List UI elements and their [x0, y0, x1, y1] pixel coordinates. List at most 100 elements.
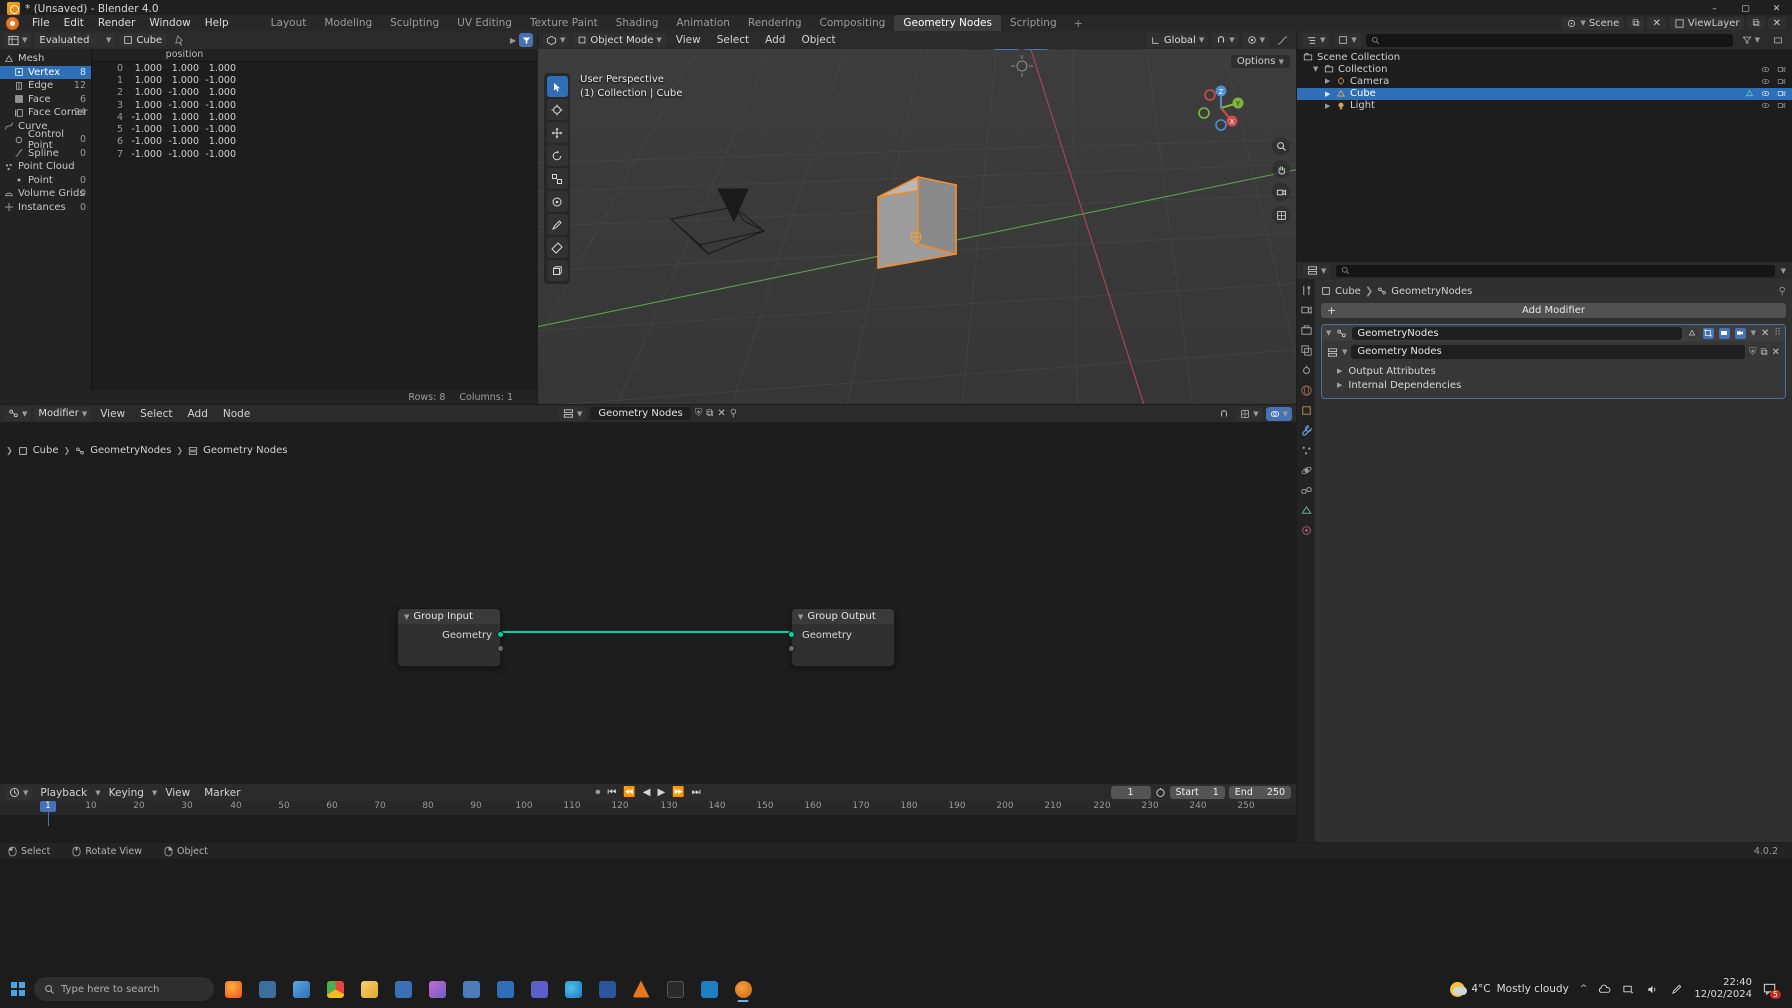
table-row[interactable]: 0 1.000 1.000 1.000: [92, 62, 537, 74]
chevron-down-icon[interactable]: ▼: [1781, 267, 1786, 275]
current-frame-field[interactable]: 1: [1110, 786, 1151, 799]
output-attributes-section[interactable]: ▶ Output Attributes: [1327, 364, 1780, 378]
modifier-on-cage-toggle[interactable]: [1686, 327, 1698, 339]
notification-center-button[interactable]: 5: [1763, 982, 1781, 999]
record-icon[interactable]: ⏺: [595, 787, 600, 798]
viewlayer-selector[interactable]: ViewLayer: [1668, 16, 1745, 30]
camera-view-icon[interactable]: [1272, 183, 1290, 201]
workspace-tab-geometry-nodes[interactable]: Geometry Nodes: [894, 15, 1001, 31]
workspace-tab-uv-editing[interactable]: UV Editing: [448, 15, 521, 31]
zoom-icon[interactable]: [1272, 137, 1290, 155]
camera-render-icon[interactable]: [1777, 89, 1786, 98]
cursor-tool[interactable]: [546, 99, 568, 120]
menu-file[interactable]: File: [25, 15, 57, 31]
table-row[interactable]: 7 -1.000 -1.000 -1.000: [92, 148, 537, 160]
viewport-menu-view[interactable]: View: [670, 34, 707, 46]
camera-render-icon[interactable]: [1777, 65, 1786, 74]
taskbar-app-photos[interactable]: [422, 975, 452, 1003]
workspace-tab-animation[interactable]: Animation: [667, 15, 739, 31]
move-tool[interactable]: [546, 122, 568, 143]
node-snap-dropdown[interactable]: ▼: [1236, 406, 1263, 421]
eye-icon[interactable]: [1761, 65, 1770, 74]
workspace-tab-compositing[interactable]: Compositing: [811, 15, 895, 31]
outliner-row-cube[interactable]: ▶ Cube: [1297, 87, 1792, 100]
outliner-row-camera[interactable]: ▶ Camera: [1297, 75, 1792, 87]
workspace-tab-texture-paint[interactable]: Texture Paint: [521, 15, 607, 31]
dataset-mode-dropdown[interactable]: Evaluated ▼: [35, 33, 116, 47]
jump-to-end-button[interactable]: ⏭: [692, 787, 701, 798]
modifier-edit-mode-toggle[interactable]: [1702, 327, 1714, 339]
outliner-row-toggles[interactable]: [1745, 89, 1786, 98]
socket-geometry-output[interactable]: [497, 631, 504, 638]
tab-constraints[interactable]: [1299, 483, 1313, 497]
modifier-extras-dropdown[interactable]: ▼: [1751, 329, 1756, 337]
timeline-ruler[interactable]: 10 20 30 40 50 60 70 80 90 100 110 120 1…: [0, 801, 1296, 815]
table-row[interactable]: 4 -1.000 1.000 1.000: [92, 111, 537, 123]
unlink-scene-button[interactable]: ✕: [1647, 16, 1666, 30]
overlays-toggle[interactable]: ▼: [1022, 49, 1049, 50]
camera-render-icon[interactable]: [1777, 101, 1786, 110]
chevron-right-icon[interactable]: ▶: [1325, 77, 1332, 85]
node-group-icon[interactable]: [1327, 347, 1338, 358]
menu-render[interactable]: Render: [91, 15, 142, 31]
domain-row-edge[interactable]: Edge 12: [0, 79, 91, 93]
node-group-name-field[interactable]: Geometry Nodes: [1351, 345, 1745, 359]
pin-icon[interactable]: ⚲: [1779, 286, 1786, 297]
unlink-icon[interactable]: ✕: [717, 408, 725, 419]
tab-render[interactable]: [1299, 303, 1313, 317]
next-keyframe-button[interactable]: ⏩: [672, 787, 684, 798]
breadcrumb-modifier[interactable]: GeometryNodes: [1391, 286, 1472, 297]
node-group-input[interactable]: ▼ Group Input Geometry: [397, 608, 504, 667]
socket-extend-output[interactable]: [497, 645, 504, 652]
node-overlays-toggle[interactable]: ▼: [1265, 406, 1292, 421]
chevron-up-icon[interactable]: ^: [1580, 984, 1588, 994]
pin-icon[interactable]: [170, 33, 189, 47]
node-editor-type-button[interactable]: ▼: [4, 406, 32, 421]
spreadsheet-editor-type-button[interactable]: ▼: [4, 33, 32, 47]
node-group-browse-button[interactable]: ▼: [558, 406, 587, 421]
viewport-menu-object[interactable]: Object: [795, 34, 841, 46]
weather-widget[interactable]: 4°C Mostly cloudy: [1450, 981, 1569, 997]
shield-icon[interactable]: ⛨: [1749, 347, 1757, 358]
timeline-menu-keying[interactable]: Keying: [103, 787, 150, 799]
drag-handle-icon[interactable]: ⠿: [1774, 328, 1781, 338]
table-row[interactable]: 1 1.000 1.000 -1.000: [92, 74, 537, 86]
chevron-down-icon[interactable]: ▼: [1313, 65, 1320, 73]
camera-render-icon[interactable]: [1777, 77, 1786, 86]
outliner-display-mode-dropdown[interactable]: ▼: [1334, 33, 1361, 47]
transform-tool[interactable]: [546, 191, 568, 212]
tab-particles[interactable]: [1299, 443, 1313, 457]
domain-row-face-corner[interactable]: Face Corner 24: [0, 106, 91, 120]
visibility-dropdown[interactable]: ▼: [963, 49, 991, 50]
domain-row-point-cloud[interactable]: Point Cloud: [0, 160, 91, 174]
eye-icon[interactable]: [1761, 77, 1770, 86]
proportional-edit-icon[interactable]: ▼: [1242, 33, 1269, 47]
viewport-options-dropdown[interactable]: Options ▼: [1230, 55, 1290, 68]
tab-viewlayer[interactable]: [1299, 343, 1313, 357]
node-breadcrumb-modifier[interactable]: GeometryNodes: [90, 445, 171, 456]
duplicate-icon[interactable]: ⧉: [706, 408, 713, 419]
taskbar-app-edge[interactable]: [558, 975, 588, 1003]
tab-output[interactable]: [1299, 323, 1313, 337]
magnet-icon[interactable]: ▼: [1212, 33, 1239, 47]
outliner-new-collection-button[interactable]: [1769, 33, 1787, 47]
chevron-down-icon[interactable]: ▼: [1342, 348, 1347, 356]
play-button[interactable]: ▶: [658, 787, 666, 798]
pin-icon[interactable]: ⚲: [730, 408, 737, 419]
snap-icon[interactable]: [1215, 407, 1233, 421]
node-canvas[interactable]: ❯ Cube ❯ GeometryNodes ❯ Geometry Nodes …: [0, 422, 1296, 783]
taskbar-app-store[interactable]: [388, 975, 418, 1003]
filter-icon[interactable]: [519, 33, 533, 47]
taskbar-app-task-view[interactable]: [252, 975, 282, 1003]
duplicate-icon[interactable]: ⧉: [1760, 347, 1767, 358]
tab-scene[interactable]: [1299, 363, 1313, 377]
domain-row-face[interactable]: Face 6: [0, 93, 91, 107]
socket-extend-input[interactable]: [788, 645, 795, 652]
taskbar-app-vlc[interactable]: [626, 975, 656, 1003]
add-modifier-button[interactable]: + Add Modifier: [1321, 303, 1786, 318]
menu-help[interactable]: Help: [198, 15, 236, 31]
outliner-search-input[interactable]: [1365, 33, 1733, 47]
table-row[interactable]: 2 1.000 -1.000 1.000: [92, 87, 537, 99]
timeline-editor-type-button[interactable]: ▼: [5, 785, 33, 800]
table-row[interactable]: 3 1.000 -1.000 -1.000: [92, 99, 537, 111]
